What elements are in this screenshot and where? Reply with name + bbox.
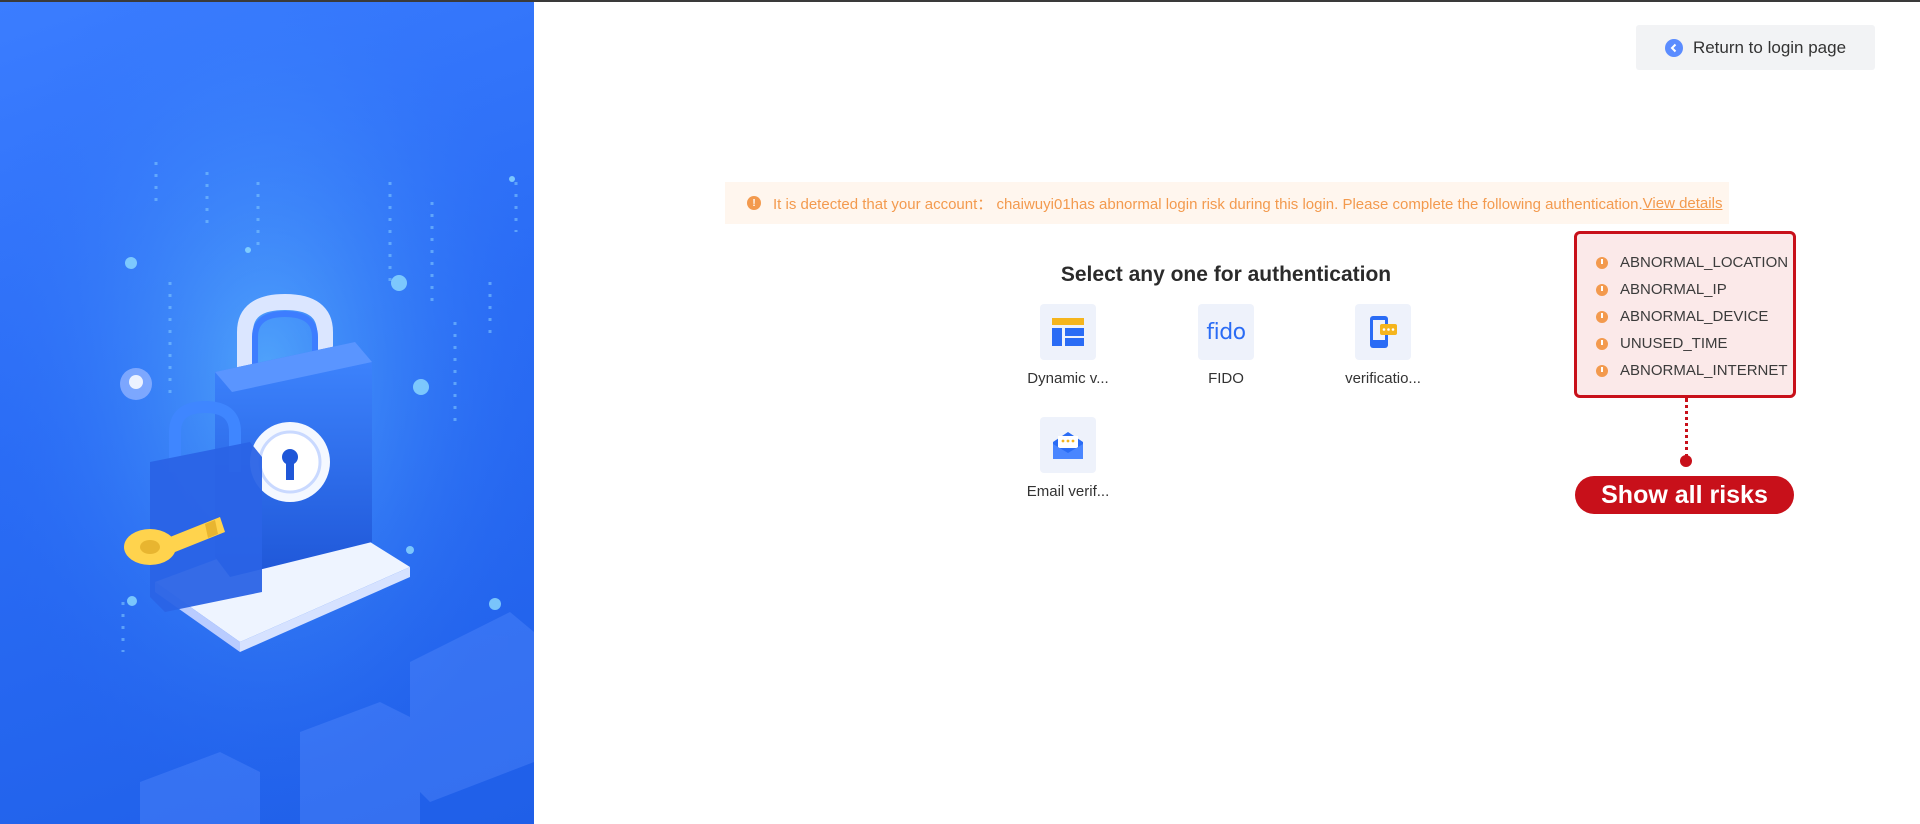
risk-item-label: ABNORMAL_DEVICE [1620,308,1769,325]
auth-method-email-verification[interactable]: Email verif... [1008,417,1128,500]
warning-icon [1596,283,1608,296]
auth-method-dynamic-verification[interactable]: Dynamic v... [1008,304,1128,387]
risk-item: ABNORMAL_IP [1596,276,1793,303]
risk-item-label: ABNORMAL_IP [1620,281,1727,298]
auth-method-label: Email verif... [1026,483,1110,500]
risk-list-annotation: ABNORMAL_LOCATION ABNORMAL_IP ABNORMAL_D… [1574,231,1796,398]
sms-verification-icon [1355,304,1411,360]
annotation-connector-line [1685,398,1688,458]
risk-item-label: UNUSED_TIME [1620,335,1728,352]
fido-icon-text: fido [1206,319,1246,345]
risk-item-label: ABNORMAL_INTERNET [1620,362,1788,379]
risk-item-label: ABNORMAL_LOCATION [1620,254,1789,271]
view-details-link[interactable]: View details [1643,195,1723,212]
dynamic-verification-icon [1040,304,1096,360]
padlock-illustration [0,2,534,824]
return-to-login-button[interactable]: Return to login page [1636,25,1875,70]
warning-icon [1596,256,1608,269]
email-verification-icon [1040,417,1096,473]
risk-item: ABNORMAL_INTERNET [1596,357,1793,384]
risk-item: ABNORMAL_LOCATION [1596,249,1793,276]
auth-section-title: Select any one for authentication [1060,263,1392,286]
show-all-risks-callout: Show all risks [1575,476,1794,514]
auth-method-label: Dynamic v... [1027,370,1109,387]
security-illustration-panel [0,2,534,824]
auth-method-label: verificatio... [1345,370,1421,387]
warning-icon [1596,364,1608,377]
risk-item: UNUSED_TIME [1596,330,1793,357]
annotation-connector-dot [1680,455,1692,467]
auth-method-label: FIDO [1208,370,1244,387]
warning-icon: ! [747,196,761,210]
warning-icon [1596,310,1608,323]
auth-method-sms-verification[interactable]: verificatio... [1323,304,1443,387]
warning-icon [1596,337,1608,350]
return-to-login-label: Return to login page [1692,37,1847,57]
risk-item: ABNORMAL_DEVICE [1596,303,1793,330]
auth-method-fido[interactable]: fido FIDO [1166,304,1286,387]
risk-alert-banner: ! It is detected that your account： chai… [725,182,1729,224]
risk-alert-message: It is detected that your account： chaiwu… [773,195,1643,213]
back-arrow-icon [1664,38,1683,57]
fido-icon: fido [1198,304,1254,360]
